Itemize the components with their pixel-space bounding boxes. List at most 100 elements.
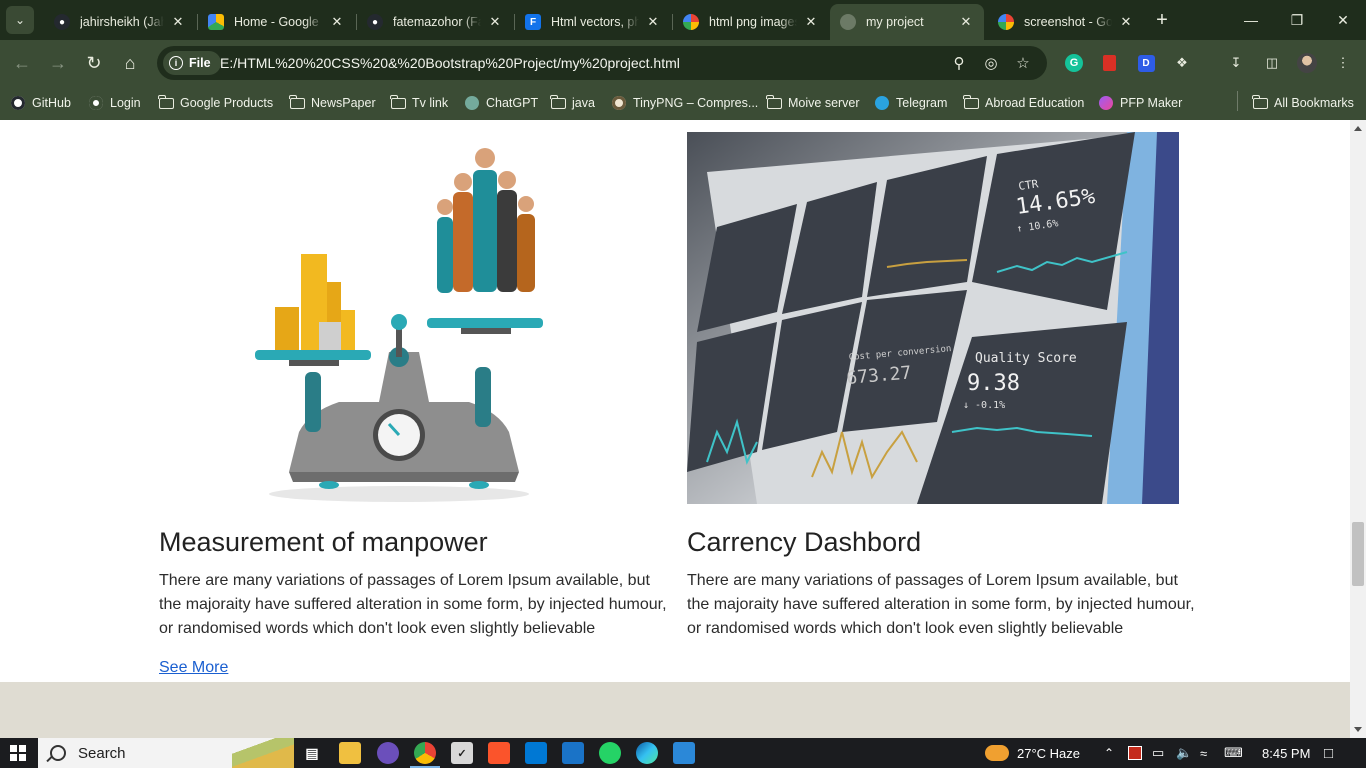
keyboard-icon[interactable]: ⌨: [1224, 738, 1243, 768]
profile-avatar[interactable]: [1295, 51, 1319, 75]
edge-icon[interactable]: [636, 742, 658, 764]
footer-section: [0, 682, 1350, 738]
freepik-icon: F: [525, 14, 541, 30]
menu-kebab-icon[interactable]: ⋮: [1331, 51, 1355, 75]
tab-1[interactable]: ● jahirsheikh (Jahir ✕: [44, 4, 196, 40]
chatgpt-icon: [464, 95, 480, 111]
close-icon[interactable]: ✕: [958, 14, 974, 30]
download-icon[interactable]: ↧: [1224, 51, 1248, 75]
restore-button[interactable]: ❐: [1274, 0, 1320, 40]
app-icon[interactable]: ✓: [451, 742, 473, 764]
bookmark-telegram[interactable]: Telegram: [874, 92, 947, 114]
task-view-icon[interactable]: ▤: [301, 742, 323, 764]
extensions-puzzle-icon[interactable]: ❖: [1170, 51, 1194, 75]
see-more-link[interactable]: See More: [159, 659, 228, 677]
bookmark-github[interactable]: GitHub: [10, 92, 71, 114]
weather-widget[interactable]: 27°C Haze: [985, 738, 1080, 768]
bookmark-label: Login: [110, 96, 141, 110]
side-panel-icon[interactable]: ◫: [1260, 51, 1284, 75]
minimize-button[interactable]: —: [1228, 0, 1274, 40]
close-icon[interactable]: ✕: [487, 14, 503, 30]
folder-icon: [289, 94, 305, 111]
tab-3[interactable]: ● fatemazohor (Fatema ✕: [357, 4, 513, 40]
notification-icon[interactable]: □: [1324, 738, 1333, 768]
tab-strip: ⌄ ● jahirsheikh (Jahir ✕ Home - Google D…: [0, 0, 1366, 40]
wifi-icon[interactable]: ≈: [1200, 738, 1207, 768]
bookmark-label: Telegram: [896, 96, 948, 110]
google-icon: [998, 14, 1014, 30]
scheme-label: File: [189, 56, 211, 70]
github-desktop-icon[interactable]: [377, 742, 399, 764]
tab-search-button[interactable]: ⌄: [6, 6, 34, 34]
bookmark-google-products[interactable]: Google Products: [158, 92, 273, 114]
whatsapp-icon[interactable]: [599, 742, 621, 764]
photos-icon[interactable]: [673, 742, 695, 764]
dashlane-icon[interactable]: D: [1134, 51, 1158, 75]
forward-button[interactable]: →: [44, 49, 72, 77]
scroll-up-arrow-icon[interactable]: [1354, 126, 1362, 131]
all-bookmarks[interactable]: All Bookmarks: [1252, 92, 1354, 114]
site-info-chip[interactable]: i File: [163, 51, 221, 75]
scroll-down-arrow-icon[interactable]: [1354, 727, 1362, 732]
card-title: Measurement of manpower: [159, 527, 488, 557]
new-tab-button[interactable]: +: [1150, 8, 1174, 32]
bookmark-newspaper[interactable]: NewsPaper: [289, 92, 376, 114]
close-icon[interactable]: ✕: [170, 14, 186, 30]
battery-icon[interactable]: ▭: [1152, 738, 1164, 768]
scroll-thumb[interactable]: [1352, 522, 1364, 586]
clock-time[interactable]: 8:45 PM: [1262, 738, 1310, 768]
bookmark-login[interactable]: Login: [88, 92, 141, 114]
file-explorer-icon[interactable]: [339, 742, 361, 764]
bookmark-java[interactable]: java: [550, 92, 595, 114]
google-icon: [683, 14, 699, 30]
bookmark-ext-icon[interactable]: [1097, 51, 1121, 75]
quality-label: Quality Score: [975, 351, 1077, 366]
chevron-up-icon[interactable]: ⌃: [1104, 738, 1114, 768]
globe-icon: [840, 14, 856, 30]
star-icon[interactable]: ☆: [1013, 53, 1033, 73]
chrome-icon[interactable]: [410, 742, 440, 768]
bookmark-abroad-education[interactable]: Abroad Education: [963, 92, 1084, 114]
bookmark-label: Abroad Education: [985, 96, 1085, 110]
bookmark-label: Moive server: [788, 96, 860, 110]
folder-icon: [766, 94, 782, 111]
address-bar[interactable]: i File E:/HTML%20%20CSS%20&%20Bootstrap%…: [157, 46, 1047, 80]
windows-start-icon[interactable]: [10, 745, 26, 761]
bookmark-pfp-maker[interactable]: PFP Maker: [1098, 92, 1182, 114]
taskbar-search-label: Search: [78, 744, 126, 762]
tab-title: Html vectors, photos: [551, 15, 639, 29]
url-text[interactable]: E:/HTML%20%20CSS%20&%20Bootstrap%20Proje…: [220, 55, 680, 71]
close-window-button[interactable]: ✕: [1320, 0, 1366, 40]
eye-slash-icon[interactable]: ◎: [981, 53, 1001, 73]
grammarly-icon[interactable]: G: [1062, 51, 1086, 75]
brave-icon[interactable]: [488, 742, 510, 764]
zoom-icon[interactable]: ⚲: [949, 53, 969, 73]
taskbar-search[interactable]: Search: [38, 738, 294, 768]
back-button[interactable]: ←: [8, 49, 36, 77]
browser-toolbar: ← → ↻ ⌂ i File E:/HTML%20%20CSS%20&%20Bo…: [0, 40, 1366, 86]
reload-button[interactable]: ↻: [80, 49, 108, 77]
tab-2[interactable]: Home - Google Drive ✕: [198, 4, 355, 40]
app-tray-icon[interactable]: [1128, 738, 1142, 768]
home-button[interactable]: ⌂: [116, 49, 144, 77]
bookmark-chatgpt[interactable]: ChatGPT: [464, 92, 538, 114]
tab-title: html png images: [709, 15, 797, 29]
volume-icon[interactable]: 🔈: [1176, 738, 1192, 768]
tab-5[interactable]: html png images ✕: [673, 4, 829, 40]
bookmark-label: All Bookmarks: [1274, 96, 1354, 110]
sourcetree-icon[interactable]: [562, 742, 584, 764]
page-scrollbar[interactable]: [1350, 120, 1366, 738]
bookmark-moive-server[interactable]: Moive server: [766, 92, 860, 114]
close-icon[interactable]: ✕: [803, 14, 819, 30]
tab-7[interactable]: screenshot - Google ✕: [988, 4, 1144, 40]
bookmark-tinypng[interactable]: TinyPNG – Compres...: [611, 92, 758, 114]
close-icon[interactable]: ✕: [645, 14, 661, 30]
tab-4[interactable]: F Html vectors, photos ✕: [515, 4, 671, 40]
vscode-icon[interactable]: [525, 742, 547, 764]
close-icon[interactable]: ✕: [1118, 14, 1134, 30]
bookmark-tv-link[interactable]: Tv link: [390, 92, 448, 114]
close-icon[interactable]: ✕: [329, 14, 345, 30]
tab-6-active[interactable]: my project ✕: [830, 4, 984, 40]
bookmark-label: GitHub: [32, 96, 71, 110]
weather-text: 27°C Haze: [1017, 745, 1081, 761]
